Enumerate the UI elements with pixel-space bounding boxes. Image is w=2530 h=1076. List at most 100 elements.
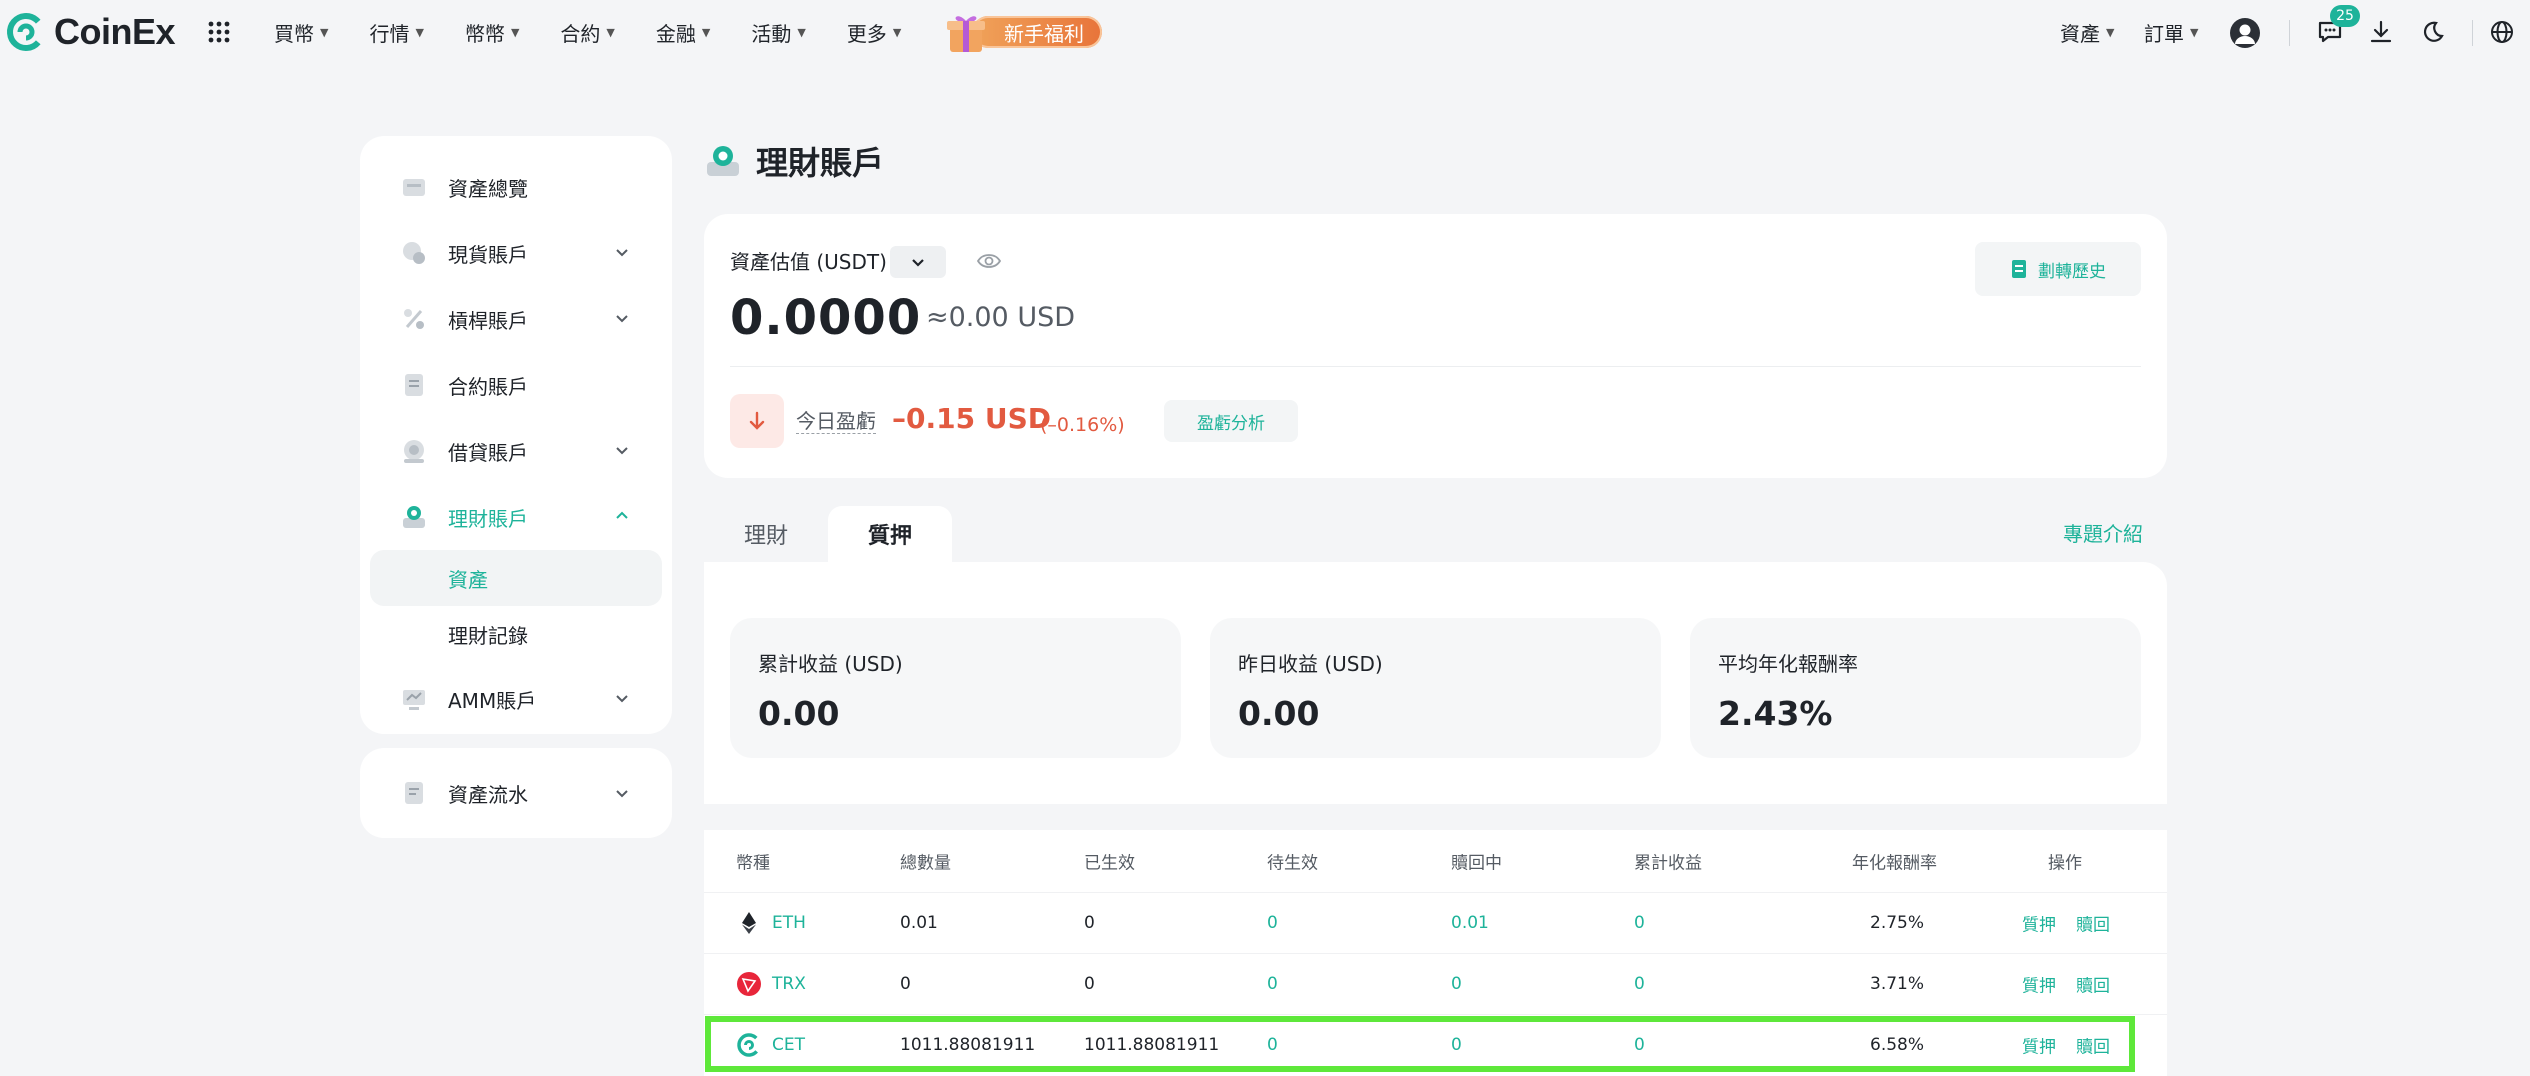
sidebar-item-label: 理財賬戶 (448, 506, 528, 531)
coin-symbol: CET (772, 1035, 805, 1055)
nav-futures[interactable]: 合約 ▼ (560, 18, 614, 47)
sidebar-item-finance[interactable]: 理財賬戶 (360, 484, 672, 550)
message-count-badge: 25 (2330, 5, 2360, 27)
coinex-logo[interactable]: CoinEx (6, 10, 176, 54)
stat-value: 0.00 (1238, 694, 1320, 733)
nav-more[interactable]: 更多 ▼ (847, 18, 901, 47)
newbie-rewards-button[interactable]: 新手福利 (944, 14, 1104, 52)
cell-apr: 2.75% (1870, 913, 1925, 933)
document-icon (2012, 260, 2026, 278)
summary-divider (730, 366, 2141, 367)
topic-intro-link[interactable]: 專題介紹 (2063, 518, 2143, 547)
transfer-history-label: 劃轉歷史 (2038, 261, 2106, 282)
table-header-row: 幣種 總數量 已生效 待生效 贖回中 累計收益 年化報酬率 操作 (704, 830, 2167, 892)
nav-events[interactable]: 活動 ▼ (751, 18, 805, 47)
tab-earn[interactable]: 理財 (704, 506, 828, 562)
chevron-down-icon (616, 315, 628, 323)
language-globe-icon[interactable] (2488, 18, 2516, 46)
sidebar-item-loan[interactable]: 借貸賬戶 (360, 418, 672, 484)
amm-icon (403, 690, 425, 710)
chevron-up-icon (616, 511, 628, 519)
assets-menu[interactable]: 資產 ▼ (2060, 18, 2114, 47)
today-pnl-percent: (–0.16%) (1040, 414, 1125, 436)
orders-menu[interactable]: 訂單 ▼ (2144, 18, 2198, 47)
sidebar-item-spot[interactable]: 現貨賬戶 (360, 220, 672, 286)
coin-link[interactable]: ETH (736, 910, 806, 936)
sidebar-item-label: 借貸賬戶 (448, 440, 528, 465)
stake-button[interactable]: 質押 (2022, 972, 2056, 997)
redeem-button[interactable]: 贖回 (2076, 972, 2110, 997)
stat-label: 平均年化報酬率 (1718, 652, 1858, 676)
sidebar-item-futures[interactable]: 合約賬戶 (360, 352, 672, 418)
nav-buy-crypto[interactable]: 買幣 ▼ (274, 18, 328, 47)
gift-icon (947, 16, 985, 52)
stat-card-average-apr: 平均年化報酬率 2.43% (1690, 618, 2141, 758)
stat-value: 0.00 (758, 694, 840, 733)
cet-icon (737, 1033, 761, 1057)
sidebar-subitem-finance-records[interactable]: 理財記錄 (370, 606, 662, 662)
caret-down-icon: ▼ (2106, 26, 2115, 39)
apps-grid-icon[interactable] (207, 20, 231, 44)
cell-redeeming: 0 (1451, 1035, 1462, 1055)
redeem-button[interactable]: 贖回 (2076, 911, 2110, 936)
cell-active: 0 (1084, 913, 1095, 933)
caret-down-icon: ▼ (797, 25, 806, 39)
tab-staking[interactable]: 質押 (828, 506, 953, 562)
cell-earned: 0 (1634, 974, 1645, 994)
cell-total: 0 (900, 974, 911, 994)
dark-mode-moon-icon[interactable] (2418, 18, 2446, 46)
cell-pending: 0 (1267, 913, 1278, 933)
sidebar-item-label: 資產流水 (448, 782, 528, 807)
futures-icon (405, 374, 423, 396)
user-avatar-icon[interactable] (2229, 17, 2261, 49)
caret-down-icon: ▼ (2190, 26, 2199, 39)
sidebar-item-asset-history[interactable]: 資產流水 (360, 748, 672, 838)
transfer-history-button[interactable]: 劃轉歷史 (1975, 242, 2141, 296)
sidebar-item-amm[interactable]: AMM賬戶 (360, 666, 672, 732)
column-header-apr: 年化報酬率 (1852, 853, 1937, 874)
visibility-eye-icon[interactable] (976, 250, 1002, 272)
table-row: ETH 0.01 0 0 0.01 0 2.75% 質押 贖回 (704, 892, 2167, 953)
redeem-button[interactable]: 贖回 (2076, 1033, 2110, 1058)
column-header-total: 總數量 (900, 853, 951, 874)
cell-earned: 0 (1634, 913, 1645, 933)
nav-markets[interactable]: 行情 ▼ (369, 18, 423, 47)
cell-redeeming: 0 (1451, 974, 1462, 994)
staking-table: 幣種 總數量 已生效 待生效 贖回中 累計收益 年化報酬率 操作 ETH 0.0… (704, 830, 2167, 1076)
assets-menu-label: 資產 (2060, 22, 2100, 46)
today-pnl-label[interactable]: 今日盈虧 (796, 409, 876, 434)
cell-total: 0.01 (900, 913, 938, 933)
chevron-down-icon (616, 249, 628, 257)
coin-link[interactable]: TRX (736, 971, 806, 997)
finance-icon (403, 506, 425, 528)
orders-menu-label: 訂單 (2144, 22, 2184, 46)
cell-apr: 3.71% (1870, 974, 1925, 994)
sidebar-item-margin[interactable]: 槓桿賬戶 (360, 286, 672, 352)
column-header-active: 已生效 (1084, 853, 1135, 874)
nav-divider (2472, 20, 2473, 46)
pnl-analysis-button[interactable]: 盈虧分析 (1164, 400, 1298, 442)
asset-total-value: 0.0000 (730, 290, 922, 346)
coin-symbol: ETH (772, 913, 806, 933)
cell-active: 0 (1084, 974, 1095, 994)
sidebar-subitem-assets[interactable]: 資產 (370, 550, 662, 606)
stat-label: 昨日收益 (USD) (1238, 652, 1383, 676)
coin-link[interactable]: CET (736, 1032, 805, 1058)
stake-button[interactable]: 質押 (2022, 1033, 2056, 1058)
column-header-redeeming: 贖回中 (1451, 853, 1502, 874)
loan-icon (404, 440, 424, 463)
nav-spot[interactable]: 幣幣 ▼ (465, 18, 519, 47)
column-header-earned: 累計收益 (1634, 853, 1702, 874)
nav-label: 金融 (655, 21, 696, 46)
table-row: CET 1011.88081911 1011.88081911 0 0 0 6.… (704, 1014, 2167, 1075)
currency-unit-dropdown[interactable] (890, 246, 946, 278)
stake-button[interactable]: 質押 (2022, 911, 2056, 936)
nav-finance[interactable]: 金融 ▼ (656, 18, 710, 47)
chevron-down-icon (616, 447, 628, 455)
account-sidebar: 資產總覽 現貨賬戶 槓桿賬戶 合約賬戶 借貸賬戶 理財賬戶 資產 理財記錄 AM… (360, 136, 672, 734)
download-icon[interactable] (2367, 18, 2395, 46)
pnl-down-arrow-icon (730, 394, 784, 448)
chevron-down-icon (616, 695, 628, 703)
eth-icon (742, 912, 756, 934)
sidebar-item-overview[interactable]: 資產總覽 (360, 154, 672, 220)
